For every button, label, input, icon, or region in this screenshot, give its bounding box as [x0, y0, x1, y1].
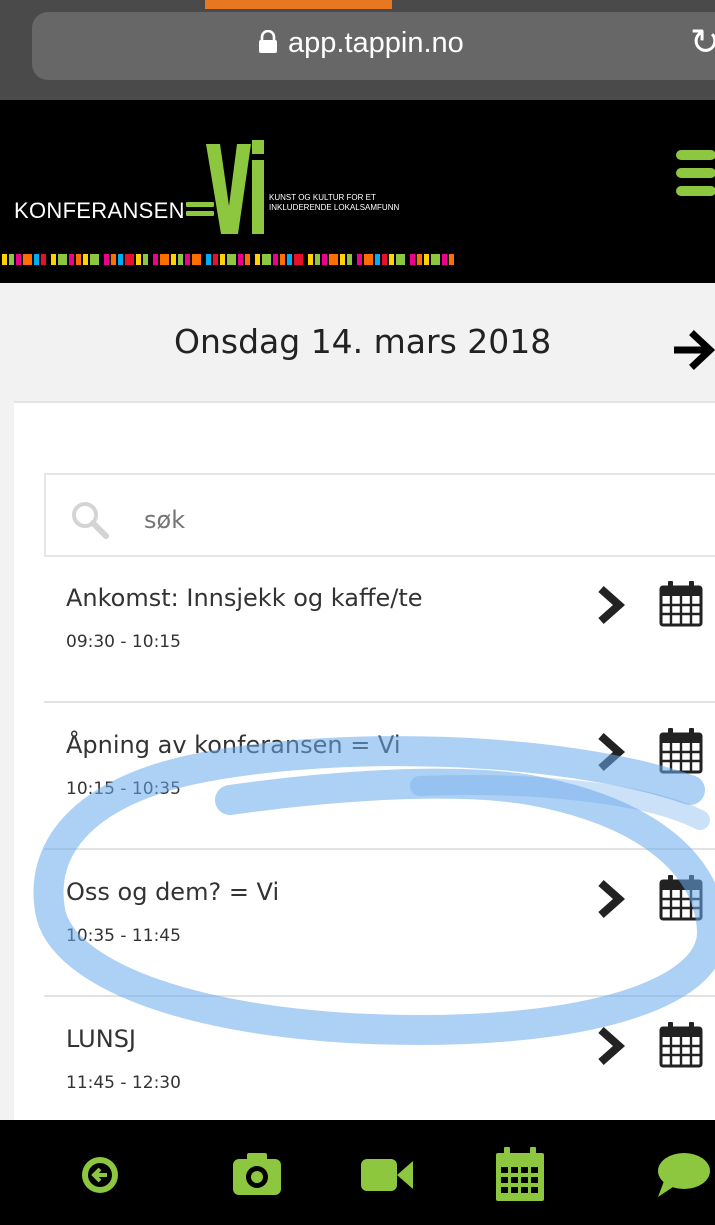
strip-bar: [294, 254, 303, 265]
strip-bar: [357, 254, 362, 265]
strip-bar: [347, 254, 352, 265]
strip-bar: [322, 254, 327, 265]
chevron-right-icon[interactable]: [594, 731, 626, 773]
strip-bar: [16, 254, 21, 265]
strip-bar: [280, 254, 285, 265]
chat-icon[interactable]: [652, 1145, 712, 1205]
strip-bar: [442, 254, 447, 265]
row-divider: [44, 995, 715, 997]
strip-bar: [273, 254, 278, 265]
event-row[interactable]: LUNSJ 11:45 - 12:30: [44, 999, 715, 1120]
calendar-add-icon[interactable]: [658, 873, 704, 921]
strip-bar: [76, 254, 81, 265]
logo-tagline-line-1: KUNST OG KULTUR FOR ET: [269, 193, 376, 202]
row-divider: [44, 701, 715, 703]
strip-bar: [431, 254, 440, 265]
strip-bar: [104, 254, 109, 265]
logo-tagline-line-2: INKLUDERENDE LOKALSAMFUNN: [269, 203, 400, 212]
row-divider: [44, 848, 715, 850]
event-time: 10:35 - 11:45: [66, 926, 181, 946]
strip-bar: [192, 254, 201, 265]
strip-bar: [410, 254, 415, 265]
event-title: Ankomst: Innsjekk og kaffe/te: [66, 584, 423, 612]
search-input[interactable]: [144, 502, 644, 538]
strip-bar: [51, 254, 56, 265]
strip-bar: [58, 254, 67, 265]
strip-bar: [220, 254, 225, 265]
event-row[interactable]: Ankomst: Innsjekk og kaffe/te 09:30 - 10…: [44, 558, 715, 703]
event-row[interactable]: Oss og dem? = Vi 10:35 - 11:45: [44, 852, 715, 997]
strip-bar: [213, 254, 218, 265]
strip-bar: [160, 254, 169, 265]
strip-bar: [449, 254, 454, 265]
chevron-right-icon[interactable]: [594, 1025, 626, 1067]
chevron-right-icon[interactable]: [594, 878, 626, 920]
strip-bar: [178, 254, 183, 265]
strip-bar: [41, 254, 46, 265]
strip-bar: [417, 254, 422, 265]
strip-bar: [118, 254, 123, 265]
url-text: app.tappin.no: [288, 27, 464, 59]
logo-konferansen: KONFERANSEN: [14, 198, 185, 223]
event-time: 10:15 - 10:35: [66, 779, 181, 799]
calendar-icon[interactable]: [490, 1145, 550, 1205]
arrow-right-icon[interactable]: [674, 330, 715, 370]
url-display[interactable]: app.tappin.no: [258, 27, 464, 60]
search-icon: [72, 502, 109, 539]
strip-bar: [424, 254, 429, 265]
strip-bar: [69, 254, 74, 265]
logo-vi-mark: [206, 140, 264, 234]
event-row[interactable]: Åpning av konferansen = Vi 10:15 - 10:35: [44, 705, 715, 850]
strip-bar: [238, 254, 243, 265]
strip-bar: [245, 254, 250, 265]
reload-icon[interactable]: ↻: [690, 22, 715, 63]
logo-color-strip: [0, 252, 460, 267]
date-title: Onsdag 14. mars 2018: [174, 322, 552, 361]
strip-bar: [340, 254, 345, 265]
strip-bar: [262, 254, 271, 265]
chevron-right-icon[interactable]: [594, 584, 626, 626]
camera-icon[interactable]: [227, 1145, 287, 1205]
strip-bar: [315, 254, 320, 265]
strip-bar: [329, 254, 338, 265]
event-title: LUNSJ: [66, 1025, 137, 1053]
strip-bar: [364, 254, 373, 265]
strip-bar: [153, 254, 158, 265]
strip-bar: [382, 254, 387, 265]
strip-bar: [90, 254, 99, 265]
strip-bar: [83, 254, 88, 265]
calendar-add-icon[interactable]: [658, 1020, 704, 1068]
strip-bar: [185, 254, 190, 265]
calendar-add-icon[interactable]: [658, 579, 704, 627]
strip-bar: [375, 254, 380, 265]
strip-bar: [136, 254, 141, 265]
calendar-add-icon[interactable]: [658, 726, 704, 774]
strip-bar: [125, 254, 134, 265]
strip-bar: [308, 254, 313, 265]
browser-tab-indicator: [205, 0, 392, 9]
event-title: Åpning av konferansen = Vi: [66, 731, 401, 759]
strip-bar: [396, 254, 405, 265]
strip-bar: [143, 254, 148, 265]
strip-bar: [171, 254, 176, 265]
strip-bar: [34, 254, 39, 265]
event-time: 09:30 - 10:15: [66, 632, 181, 652]
strip-bar: [227, 254, 236, 265]
strip-bar: [9, 254, 14, 265]
video-icon[interactable]: [357, 1145, 417, 1205]
strip-bar: [287, 254, 292, 265]
event-time: 11:45 - 12:30: [66, 1073, 181, 1093]
lock-icon: [259, 29, 277, 53]
back-icon[interactable]: [70, 1145, 130, 1205]
hamburger-menu-icon[interactable]: [676, 150, 715, 198]
strip-bar: [206, 254, 211, 265]
strip-bar: [389, 254, 394, 265]
strip-bar: [2, 254, 7, 265]
strip-bar: [255, 254, 260, 265]
event-title: Oss og dem? = Vi: [66, 878, 280, 906]
strip-bar: [111, 254, 116, 265]
logo-tagline: KUNST OG KULTUR FOR ET INKLUDERENDE LOKA…: [269, 193, 399, 213]
strip-bar: [23, 254, 32, 265]
